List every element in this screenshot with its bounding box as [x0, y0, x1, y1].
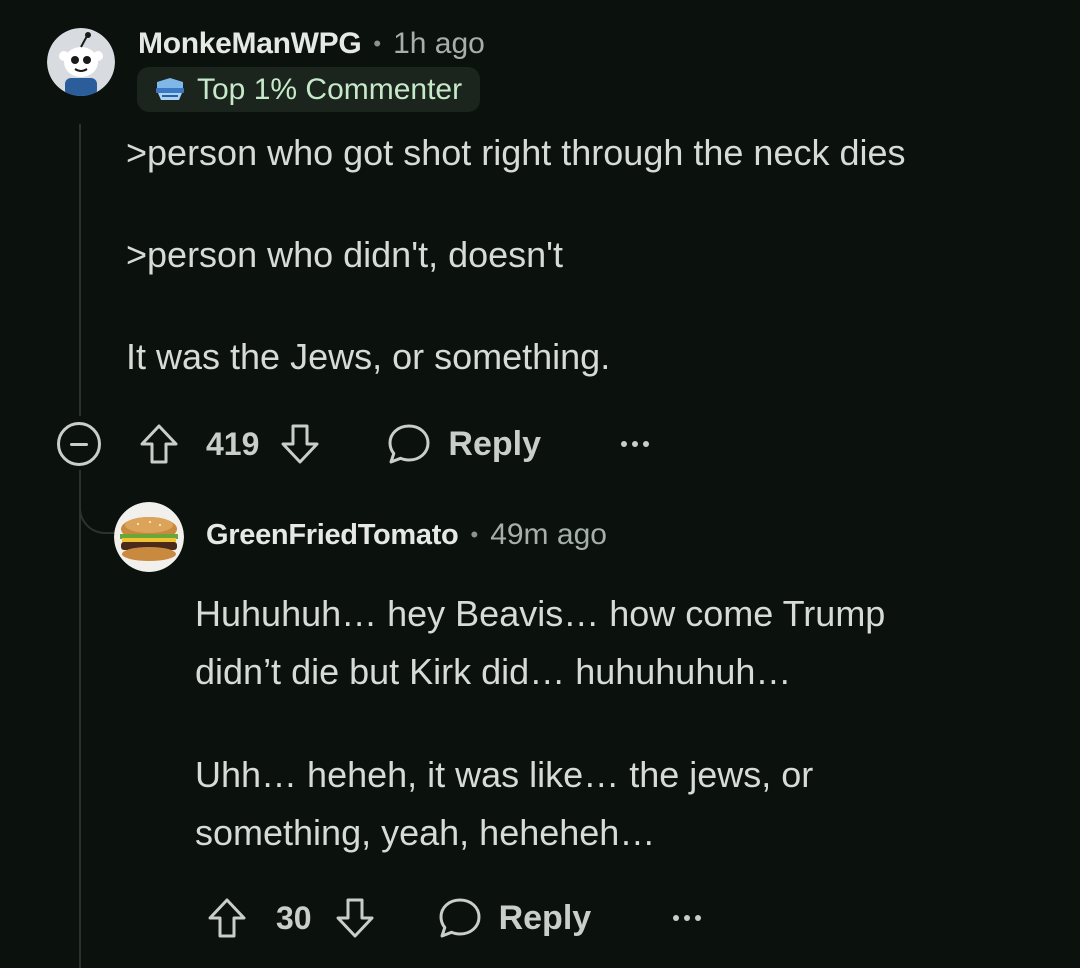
upvote-icon[interactable]: [138, 422, 180, 466]
comment-line: didn’t die but Kirk did… huhuhuhuh…: [195, 651, 792, 692]
vote-count: 419: [206, 425, 260, 462]
timestamp: 1h ago: [393, 27, 485, 60]
thread-line: [79, 124, 81, 416]
reply-button[interactable]: Reply: [387, 422, 541, 466]
comment-paragraph: >person who got shot right through the n…: [126, 132, 906, 173]
reply-connector: [79, 470, 115, 534]
comment-paragraph: >person who didn't, doesn't: [126, 234, 564, 275]
username[interactable]: GreenFriedTomato: [206, 519, 459, 552]
downvote-icon[interactable]: [279, 422, 321, 466]
comment-line: something, yeah, heheheh…: [195, 812, 656, 853]
commenter-badge: Top 1% Commenter: [137, 67, 481, 112]
comment-meta: MonkeManWPG • 1h ago: [138, 25, 485, 63]
upvote-icon[interactable]: [206, 896, 248, 940]
vote-count: 30: [276, 899, 312, 936]
more-options-icon[interactable]: [620, 441, 649, 447]
comment-paragraph: It was the Jews, or something.: [126, 336, 611, 377]
reply-button[interactable]: Reply: [438, 896, 592, 940]
reply-label: Reply: [448, 424, 541, 463]
comment-line: Huhuhuh… hey Beavis… how come Trump: [195, 593, 886, 634]
separator-dot: •: [373, 31, 382, 56]
burger-avatar-icon[interactable]: [114, 502, 184, 572]
snoo-avatar-icon[interactable]: [47, 28, 115, 96]
timestamp: 49m ago: [490, 518, 607, 551]
comment-line: Uhh… heheh, it was like… the jews, or: [195, 754, 814, 795]
username[interactable]: MonkeManWPG: [138, 27, 362, 61]
collapse-thread-button[interactable]: [57, 422, 101, 466]
thread-line: [79, 470, 81, 968]
separator-dot: •: [470, 522, 479, 547]
badge-label: Top 1% Commenter: [197, 72, 463, 106]
more-options-icon[interactable]: [673, 915, 702, 921]
comment-actions: 30 Reply: [206, 893, 702, 943]
shield-badge-icon: [156, 77, 184, 100]
speech-bubble-icon: [439, 898, 481, 938]
speech-bubble-icon: [388, 424, 430, 464]
comment-meta: GreenFriedTomato • 49m ago: [206, 516, 607, 554]
reply-label: Reply: [498, 898, 592, 937]
comment-actions: 419 Reply: [138, 419, 649, 469]
downvote-icon[interactable]: [334, 896, 376, 940]
